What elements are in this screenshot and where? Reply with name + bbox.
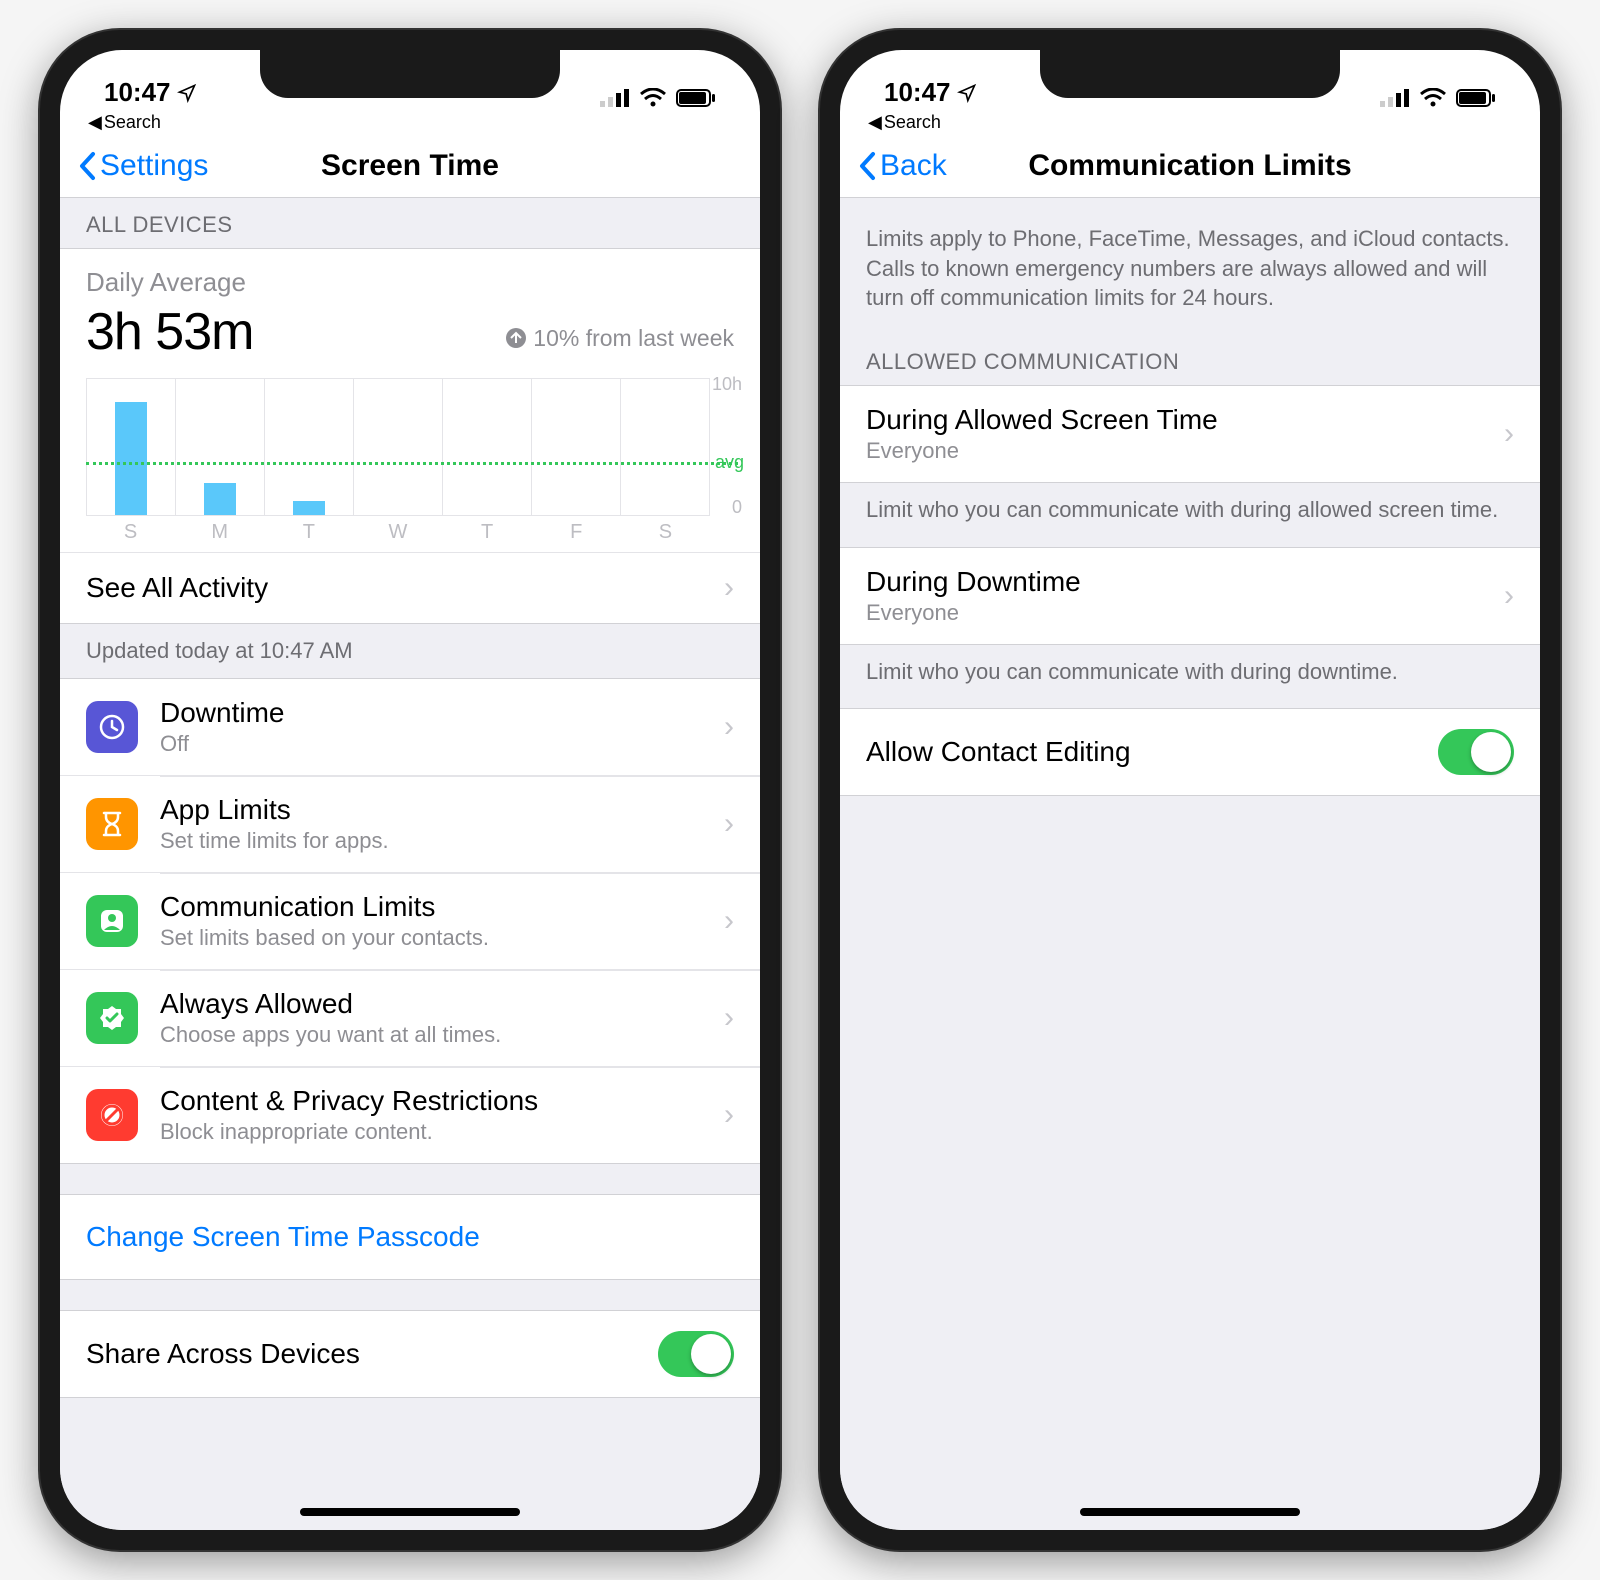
battery-icon: [676, 89, 716, 107]
phone-right: 10:47 ◀︎ Search Back Communication Limit…: [820, 30, 1560, 1550]
wifi-icon: [640, 88, 666, 108]
always-allowed-title: Always Allowed: [160, 988, 724, 1020]
chart-x-label: M: [175, 521, 264, 544]
during-allowed-title: During Allowed Screen Time: [866, 404, 1504, 436]
allow-contact-editing-label: Allow Contact Editing: [866, 736, 1131, 768]
during-downtime-sub: Everyone: [866, 600, 1504, 626]
back-app-label: Search: [104, 112, 161, 133]
chevron-right-icon: ›: [724, 710, 734, 744]
change-passcode-link[interactable]: Change Screen Time Passcode: [60, 1195, 760, 1279]
chart-bar: [115, 402, 147, 515]
chevron-right-icon: ›: [1504, 417, 1514, 451]
daily-average-value: 3h 53m: [86, 302, 253, 362]
downtime-title: Downtime: [160, 697, 724, 729]
chart-x-label: T: [443, 521, 532, 544]
toggle-switch[interactable]: [658, 1331, 734, 1377]
no-entry-icon: [86, 1089, 138, 1141]
notch: [1040, 50, 1340, 98]
daily-average-block[interactable]: Daily Average 3h 53m 10% from last week: [60, 249, 760, 372]
location-icon: [177, 83, 197, 103]
chevron-left-icon: [858, 151, 878, 181]
person-icon: [86, 895, 138, 947]
downtime-icon: [86, 701, 138, 753]
during-allowed-footer: Limit who you can communicate with durin…: [840, 483, 1540, 547]
nav-back-label: Back: [880, 149, 947, 183]
chevron-left-icon: [78, 151, 98, 181]
arrow-up-circle-icon: [505, 327, 527, 349]
chart-x-label: S: [621, 521, 710, 544]
downtime-sub: Off: [160, 731, 724, 757]
nav-back-button[interactable]: Back: [858, 149, 947, 183]
chevron-right-icon: ›: [724, 1098, 734, 1132]
nav-bar: Settings Screen Time: [60, 139, 760, 198]
always-allowed-sub: Choose apps you want at all times.: [160, 1022, 724, 1048]
section-header-all-devices: ALL DEVICES: [60, 198, 760, 248]
chart-x-label: W: [353, 521, 442, 544]
chart-ymax: 10h: [712, 374, 742, 395]
hourglass-icon: [86, 798, 138, 850]
communication-limits-row[interactable]: Communication Limits Set limits based on…: [60, 872, 760, 969]
chevron-left-icon: ◀︎: [88, 112, 102, 133]
chart-x-label: S: [86, 521, 175, 544]
section-header-allowed: ALLOWED COMMUNICATION: [840, 335, 1540, 385]
app-limits-title: App Limits: [160, 794, 724, 826]
nav-bar: Back Communication Limits: [840, 139, 1540, 198]
during-allowed-sub: Everyone: [866, 438, 1504, 464]
comm-limits-sub: Set limits based on your contacts.: [160, 925, 724, 951]
location-icon: [957, 83, 977, 103]
content-restrictions-row[interactable]: Content & Privacy Restrictions Block ina…: [60, 1066, 760, 1163]
nav-back-button[interactable]: Settings: [78, 149, 208, 183]
toggle-switch[interactable]: [1438, 729, 1514, 775]
daily-average-label: Daily Average: [86, 267, 734, 298]
nav-back-label: Settings: [100, 149, 208, 183]
during-downtime-footer: Limit who you can communicate with durin…: [840, 645, 1540, 709]
chart-bar: [204, 483, 236, 515]
content-restrictions-title: Content & Privacy Restrictions: [160, 1085, 724, 1117]
breadcrumb-back-app[interactable]: ◀︎ Search: [840, 110, 1540, 139]
app-limits-row[interactable]: App Limits Set time limits for apps. ›: [60, 775, 760, 872]
share-across-devices-row[interactable]: Share Across Devices: [60, 1311, 760, 1397]
intro-text: Limits apply to Phone, FaceTime, Message…: [840, 198, 1540, 335]
home-indicator[interactable]: [1080, 1508, 1300, 1516]
content-restrictions-sub: Block inappropriate content.: [160, 1119, 724, 1145]
battery-icon: [1456, 89, 1496, 107]
chart-x-label: T: [264, 521, 353, 544]
chevron-right-icon: ›: [724, 807, 734, 841]
during-downtime-row[interactable]: During Downtime Everyone ›: [840, 548, 1540, 644]
chevron-left-icon: ◀︎: [868, 112, 882, 133]
chevron-right-icon: ›: [724, 1001, 734, 1035]
chart-x-label: F: [532, 521, 621, 544]
see-all-activity-label: See All Activity: [86, 572, 724, 604]
notch: [260, 50, 560, 98]
daily-delta: 10% from last week: [505, 325, 734, 352]
allow-contact-editing-row[interactable]: Allow Contact Editing: [840, 709, 1540, 795]
always-allowed-row[interactable]: Always Allowed Choose apps you want at a…: [60, 969, 760, 1066]
home-indicator[interactable]: [300, 1508, 520, 1516]
wifi-icon: [1420, 88, 1446, 108]
see-all-activity-row[interactable]: See All Activity ›: [60, 552, 760, 623]
usage-chart: avg 10h 0 SMTWTFS: [60, 372, 760, 552]
checkmark-badge-icon: [86, 992, 138, 1044]
back-app-label: Search: [884, 112, 941, 133]
chevron-right-icon: ›: [724, 904, 734, 938]
downtime-row[interactable]: Downtime Off ›: [60, 679, 760, 775]
chart-bar: [293, 501, 325, 515]
comm-limits-title: Communication Limits: [160, 891, 724, 923]
share-across-devices-label: Share Across Devices: [86, 1338, 360, 1370]
chart-ymin: 0: [732, 497, 742, 518]
status-time: 10:47: [104, 77, 171, 108]
delta-label: 10% from last week: [533, 325, 734, 352]
breadcrumb-back-app[interactable]: ◀︎ Search: [60, 110, 760, 139]
status-time: 10:47: [884, 77, 951, 108]
chevron-right-icon: ›: [1504, 579, 1514, 613]
cell-signal-icon: [600, 89, 630, 107]
chevron-right-icon: ›: [724, 571, 734, 605]
during-downtime-title: During Downtime: [866, 566, 1504, 598]
updated-footer: Updated today at 10:47 AM: [60, 624, 760, 678]
phone-left: 10:47 ◀︎ Search Settings Screen Time ALL…: [40, 30, 780, 1550]
during-allowed-row[interactable]: During Allowed Screen Time Everyone ›: [840, 386, 1540, 482]
app-limits-sub: Set time limits for apps.: [160, 828, 724, 854]
cell-signal-icon: [1380, 89, 1410, 107]
